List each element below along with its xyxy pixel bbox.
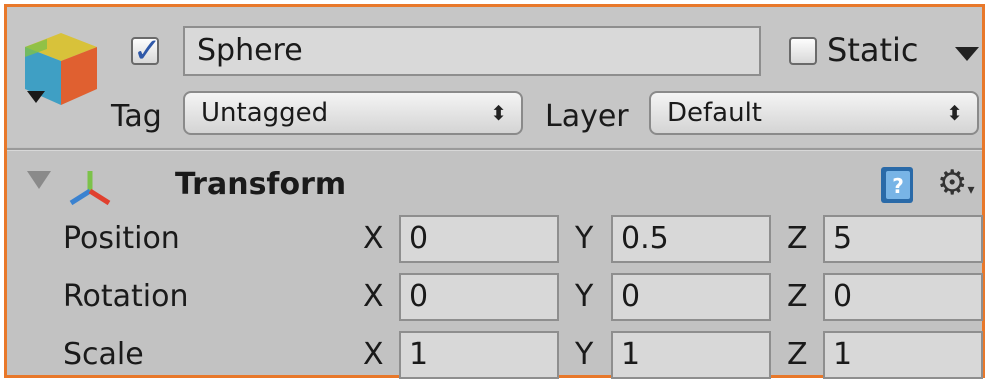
- x-axis-label: X: [363, 279, 384, 314]
- tag-dropdown[interactable]: Untagged ⬍: [183, 91, 523, 135]
- scale-y-field[interactable]: 1: [611, 331, 771, 379]
- help-book-icon[interactable]: ?: [877, 165, 917, 205]
- position-z-field[interactable]: 5: [823, 215, 983, 263]
- object-name-input[interactable]: Sphere: [183, 26, 761, 76]
- y-axis-label: Y: [575, 221, 594, 256]
- rotation-x-field[interactable]: 0: [399, 273, 559, 321]
- checkmark-icon: ✓: [133, 31, 162, 71]
- updown-arrows-icon: ⬍: [946, 101, 963, 125]
- scale-label: Scale: [63, 337, 144, 372]
- scale-z-field[interactable]: 1: [823, 331, 983, 379]
- scale-x-field[interactable]: 1: [399, 331, 559, 379]
- rotation-z-field[interactable]: 0: [823, 273, 983, 321]
- y-axis-label: Y: [575, 337, 594, 372]
- position-label: Position: [63, 221, 180, 256]
- foldout-arrow-icon[interactable]: [27, 171, 51, 189]
- z-axis-label: Z: [787, 221, 808, 256]
- static-label: Static: [827, 31, 919, 69]
- object-header: ✓ Sphere Static Tag Untagged ⬍ Layer Def…: [7, 7, 982, 147]
- x-axis-label: X: [363, 337, 384, 372]
- static-dropdown-arrow-icon[interactable]: [955, 47, 979, 61]
- z-axis-label: Z: [787, 337, 808, 372]
- layer-value: Default: [667, 98, 762, 128]
- svg-text:?: ?: [892, 174, 904, 198]
- tag-value: Untagged: [201, 98, 329, 128]
- component-title: Transform: [175, 167, 347, 202]
- position-x-field[interactable]: 0: [399, 215, 559, 263]
- layer-dropdown[interactable]: Default ⬍: [649, 91, 979, 135]
- z-axis-label: Z: [787, 279, 808, 314]
- updown-arrows-icon: ⬍: [490, 101, 507, 125]
- static-checkbox[interactable]: [789, 37, 817, 65]
- rotation-y-field[interactable]: 0: [611, 273, 771, 321]
- rotation-label: Rotation: [63, 279, 189, 314]
- cube-icon: [25, 33, 97, 105]
- transform-component: Transform ? ⚙▾ Position X 0 Y 0.5 Z 5 Ro…: [7, 151, 983, 379]
- gear-icon[interactable]: ⚙▾: [937, 163, 975, 210]
- layer-label: Layer: [545, 99, 629, 134]
- position-y-field[interactable]: 0.5: [611, 215, 771, 263]
- axes-icon: [69, 171, 111, 206]
- inspector-panel: ✓ Sphere Static Tag Untagged ⬍ Layer Def…: [4, 4, 985, 379]
- tag-label: Tag: [111, 99, 162, 134]
- active-checkbox[interactable]: ✓: [131, 31, 162, 71]
- y-axis-label: Y: [575, 279, 594, 314]
- x-axis-label: X: [363, 221, 384, 256]
